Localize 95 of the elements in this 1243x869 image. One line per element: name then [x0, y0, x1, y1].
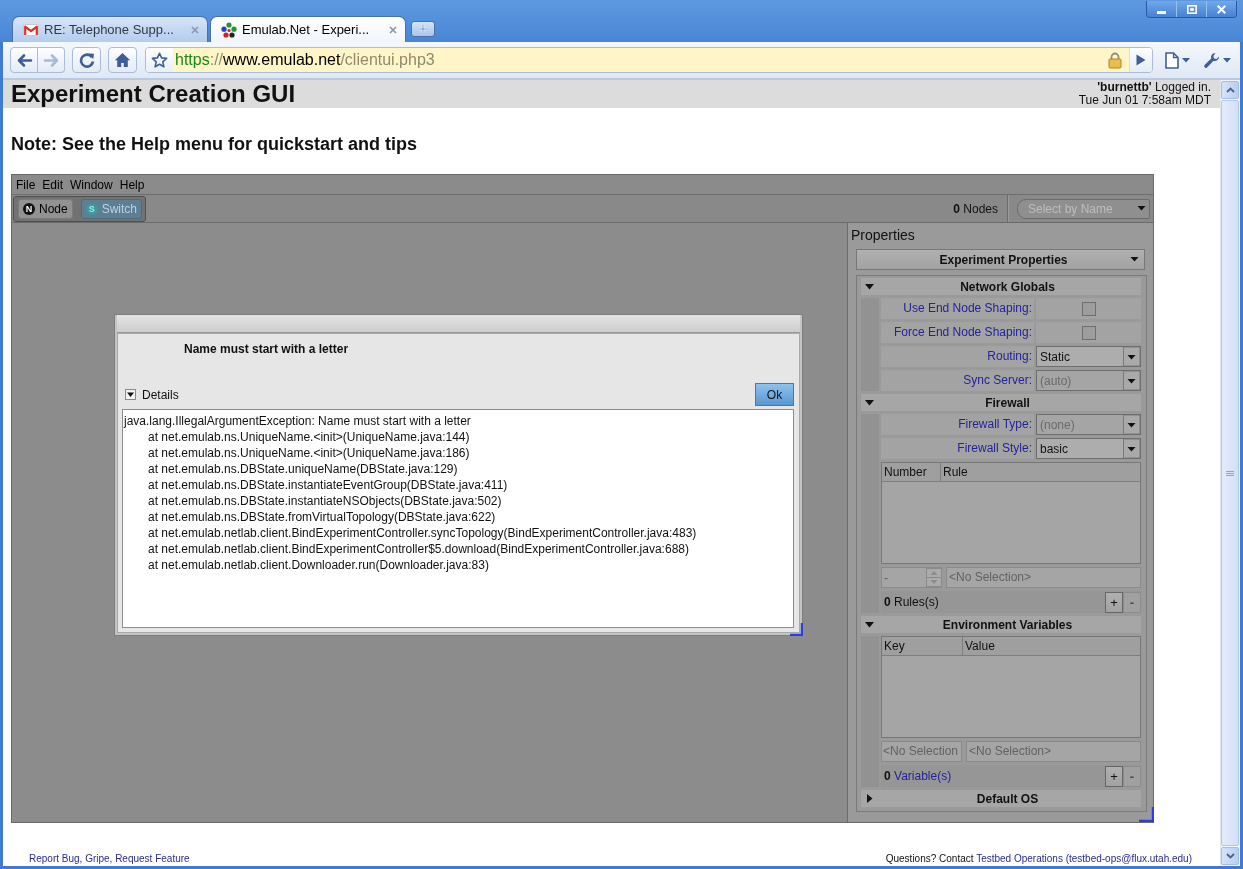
dropdown[interactable]: basic: [1036, 438, 1141, 459]
page-icon: [1164, 51, 1179, 69]
forward-arrow-icon: [42, 52, 60, 68]
minimize-icon: [1157, 11, 1166, 14]
new-tab-button[interactable]: [411, 21, 435, 37]
details-toggle[interactable]: Details: [122, 387, 179, 402]
maximize-icon: [1186, 4, 1197, 14]
property-label: Firewall Style:: [881, 438, 1034, 459]
count-text: 0 Rules(s): [884, 595, 940, 609]
dropdown-arrow-icon: [1123, 347, 1140, 366]
home-icon: [114, 52, 131, 68]
play-icon: [1136, 54, 1146, 66]
checkbox[interactable]: [1081, 301, 1096, 316]
caret-icon: [1181, 57, 1190, 63]
back-arrow-icon: [15, 52, 33, 68]
grip-icon: [1226, 470, 1234, 476]
stack-trace-line: at net.emulab.ns.UniqueName.<init>(UniqueName.java:144): [147, 429, 471, 445]
login-status: 'burnettb' Logged in.: [1097, 81, 1211, 94]
error-message: Name must start with a letter: [184, 342, 350, 356]
section-header[interactable]: Firewall: [861, 394, 1141, 411]
node-count: 0 Nodes: [953, 201, 999, 216]
caret-icon: [1222, 57, 1231, 63]
tool-button[interactable]: N Node: [18, 198, 73, 219]
stack-trace-line: at net.emulab.ns.DBState.instantiateNSObjects(DBState.java:502): [147, 493, 503, 509]
wrench-icon: [1202, 51, 1220, 69]
browser-tab[interactable]: Emulab.Net - Experi...: [210, 16, 406, 42]
letter-icon: S: [85, 202, 98, 215]
stack-trace-line: at net.emulab.ns.DBState.instantiateEventGroup(DBState.java:411): [147, 477, 509, 493]
letter-icon: N: [23, 202, 35, 215]
close-icon[interactable]: [191, 25, 199, 34]
home-button[interactable]: [108, 47, 137, 73]
go-button[interactable]: [1129, 48, 1152, 72]
browser-tab[interactable]: RE: Telephone Supp...: [12, 16, 208, 42]
caret-icon: [1130, 257, 1139, 262]
menu-item[interactable]: Edit: [39, 177, 68, 192]
ok-button[interactable]: Ok: [755, 383, 794, 406]
dots-cluster-icon: [221, 21, 237, 38]
chevron-up-icon: [1225, 87, 1235, 93]
property-label: Firewall Type:: [881, 414, 1034, 435]
minimize-button[interactable]: [1147, 1, 1176, 17]
contact-link[interactable]: Testbed Operations (testbed-ops@flux.utah.edu): [976, 853, 1192, 864]
stack-trace-line: at net.emulab.netlab.client.Downloader.run(Downloader.java:83): [147, 557, 490, 573]
properties-dropdown[interactable]: Experiment Properties: [856, 249, 1145, 270]
stack-trace-line: at net.emulab.ns.UniqueName.<init>(UniqueName.java:186): [147, 445, 471, 461]
dropdown-arrow-icon: [1123, 371, 1140, 390]
report-link[interactable]: Report Bug, Gripe, Request Feature: [29, 853, 190, 864]
menu-item[interactable]: File: [13, 177, 40, 192]
section-header[interactable]: Default OS: [861, 790, 1141, 807]
close-icon: [1217, 4, 1226, 14]
menu-item[interactable]: Window: [67, 177, 117, 192]
stack-trace-line: at net.emulab.netlab.client.BindExperimentController.syncTopology(BindExperimentController.java:483): [147, 525, 698, 541]
reload-button[interactable]: [72, 47, 101, 73]
section-header[interactable]: Network Globals: [861, 278, 1141, 295]
close-button[interactable]: [1206, 1, 1236, 17]
menu-item[interactable]: Help: [116, 177, 149, 192]
dropdown-arrow-icon: [1123, 439, 1140, 458]
resize-corner-icon[interactable]: [789, 622, 803, 636]
help-note: Note: See the Help menu for quickstart and tips: [11, 133, 419, 155]
chevron-down-icon: [1225, 853, 1235, 859]
stack-trace-line: at net.emulab.ns.DBState.uniqueName(DBState.java:129): [147, 461, 459, 477]
add-button[interactable]: +: [1105, 765, 1123, 787]
reload-icon: [78, 52, 95, 68]
mail-icon: [23, 23, 39, 36]
property-label: Sync Server:: [881, 370, 1034, 391]
dropdown-arrow-icon: [1123, 415, 1140, 434]
add-button[interactable]: +: [1105, 591, 1123, 613]
plus-icon: [418, 24, 428, 34]
column-header[interactable]: Number: [882, 463, 941, 481]
back-button[interactable]: [10, 47, 38, 73]
padlock-icon: [1108, 51, 1122, 69]
property-label: Force End Node Shaping:: [881, 322, 1034, 343]
column-header[interactable]: Rule: [941, 463, 1140, 481]
close-icon[interactable]: [389, 25, 397, 34]
section-header[interactable]: Environment Variables: [861, 616, 1141, 633]
bookmark-star-button[interactable]: [146, 48, 173, 72]
property-label: Use End Node Shaping:: [881, 298, 1034, 319]
page-title: Experiment Creation GUI: [11, 80, 296, 108]
column-header[interactable]: Value: [963, 637, 1140, 655]
stack-trace-line: at net.emulab.ns.DBState.fromVirtualTopology(DBState.java:622): [147, 509, 497, 525]
panel-title: Properties: [850, 226, 916, 245]
scroll-up-button[interactable]: [1221, 81, 1239, 99]
date-time: Tue Jun 01 7:58am MDT: [1078, 94, 1211, 107]
scroll-down-button[interactable]: [1221, 847, 1239, 865]
property-label: Routing:: [881, 346, 1034, 367]
contact-text: Questions? Contact Testbed Operations (testbed-ops@flux.utah.edu): [885, 853, 1192, 864]
caret-icon: [1137, 206, 1146, 211]
checkbox[interactable]: [1081, 325, 1096, 340]
star-icon: [151, 52, 168, 68]
count-link[interactable]: Variable(s): [894, 769, 952, 783]
dropdown[interactable]: Static: [1036, 346, 1141, 367]
maximize-button[interactable]: [1176, 1, 1206, 17]
count-text: 0 Variable(s): [884, 769, 953, 783]
column-header[interactable]: Key: [882, 637, 963, 655]
stack-trace-line: at net.emulab.netlab.client.BindExperimentController$5.download(BindExperimentController.java:688): [147, 541, 690, 557]
stack-trace-line: java.lang.IllegalArgumentException: Name must start with a letter: [124, 413, 472, 429]
